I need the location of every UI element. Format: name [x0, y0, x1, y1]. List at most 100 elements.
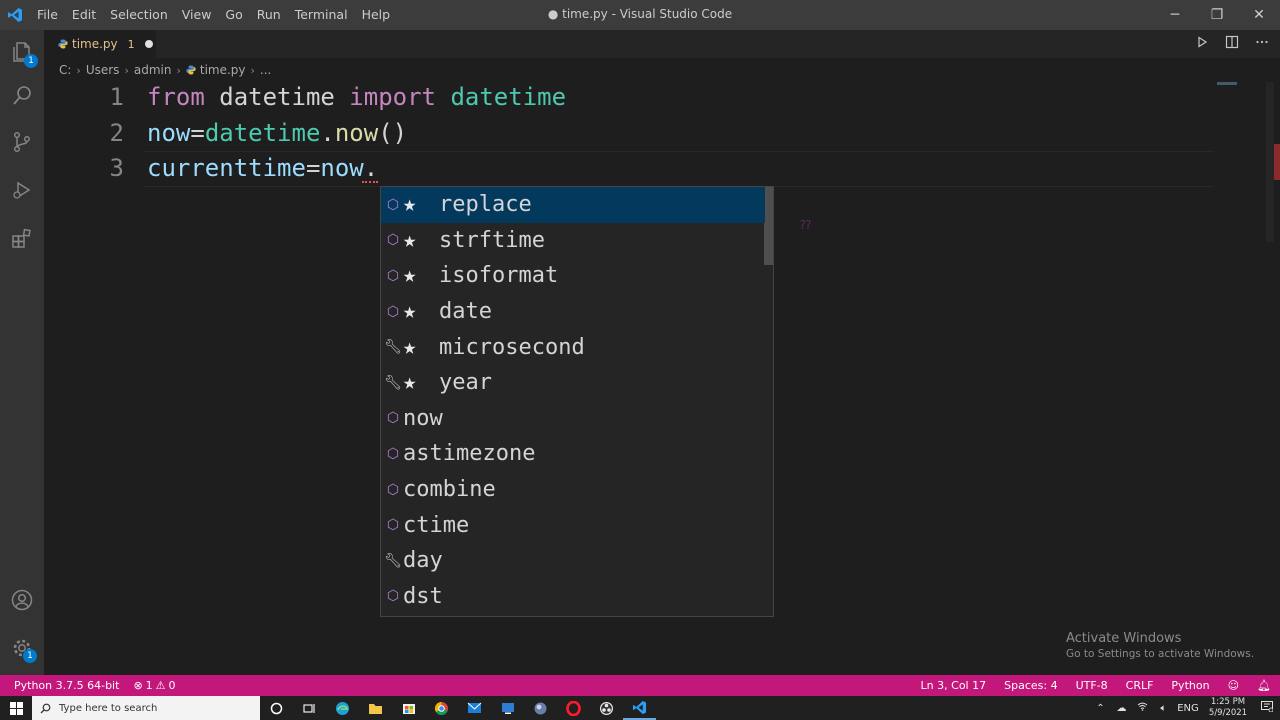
suggestion-item[interactable]: ⬡ ★ isoformat	[381, 258, 765, 294]
cloud-icon[interactable]: ☁	[1111, 703, 1132, 714]
feedback-icon[interactable]: ☺	[1219, 675, 1248, 696]
python-interpreter[interactable]: Python 3.7.5 64-bit	[14, 679, 119, 692]
minimap[interactable]	[1217, 82, 1237, 85]
extensions-icon[interactable]	[0, 216, 44, 260]
suggest-widget: ⬡ ★ replace ⬡ ★ strftime ⬡ ★ isoformat ⬡ ★ date 🔧︎ ★ m…	[380, 186, 774, 617]
opera-icon[interactable]	[557, 696, 590, 720]
indentation[interactable]: Spaces: 4	[995, 675, 1066, 696]
end-of-line[interactable]: CRLF	[1117, 675, 1163, 696]
taskbar-search-placeholder: Type here to search	[59, 702, 158, 714]
code-line[interactable]: 3 currenttime=now.	[44, 150, 1214, 186]
search-icon[interactable]	[0, 74, 44, 118]
method-cube-icon: ⬡	[386, 445, 400, 462]
explorer-icon[interactable]: 1	[0, 30, 44, 74]
cortana-icon[interactable]	[260, 696, 293, 720]
breadcrumb-file[interactable]: time.py	[200, 63, 246, 77]
method-cube-icon: ⬡	[386, 196, 400, 213]
close-button[interactable]: ✕	[1238, 0, 1280, 30]
task-view-icon[interactable]	[293, 696, 326, 720]
field-wrench-icon: 🔧︎	[384, 339, 402, 356]
warning-count: 0	[168, 679, 176, 692]
wifi-icon[interactable]	[1132, 702, 1153, 714]
language-mode[interactable]: Python	[1162, 675, 1218, 696]
menu-item-file[interactable]: File	[30, 0, 65, 30]
run-debug-icon[interactable]	[0, 168, 44, 212]
run-file-icon[interactable]	[1194, 36, 1210, 52]
menu-item-terminal[interactable]: Terminal	[288, 0, 355, 30]
suggestion-label: isoformat	[439, 263, 559, 289]
volume-icon[interactable]: 🔈︎	[1153, 703, 1174, 714]
unsaved-dot-icon[interactable]	[144, 40, 153, 48]
tray-chevron-up-icon[interactable]: ⌃	[1090, 703, 1111, 714]
breadcrumb-drive[interactable]: C:	[59, 63, 71, 77]
restore-button[interactable]: ❐	[1196, 0, 1238, 30]
suggestion-label: year	[439, 370, 492, 396]
error-icon: ⊗	[133, 679, 143, 692]
intellicode-star-icon: ★	[403, 370, 417, 396]
intellicode-star-icon: ★	[403, 299, 417, 325]
menu-item-go[interactable]: Go	[218, 0, 249, 30]
suggestion-item[interactable]: ⬡ astimezone	[381, 436, 765, 472]
file-explorer-icon[interactable]	[359, 696, 392, 720]
menu-item-edit[interactable]: Edit	[65, 0, 103, 30]
clock[interactable]: 1:25 PM 5/9/2021	[1202, 697, 1254, 719]
cursor-position[interactable]: Ln 3, Col 17	[912, 675, 996, 696]
input-language[interactable]: ENG	[1174, 703, 1202, 714]
windows-start-icon[interactable]	[0, 696, 32, 720]
store-icon[interactable]	[392, 696, 425, 720]
chevron-right-icon: ›	[250, 63, 255, 77]
action-center-icon[interactable]	[1254, 701, 1280, 715]
field-wrench-icon: 🔧︎	[384, 374, 402, 391]
explorer-badge: 1	[24, 54, 38, 68]
code-token: now	[147, 118, 191, 147]
tab-problem-count: 1	[127, 37, 135, 51]
menu-item-view[interactable]: View	[175, 0, 219, 30]
breadcrumb-symbols[interactable]: ...	[260, 63, 271, 77]
notifications-bell-icon[interactable]: 🔔︎	[1248, 675, 1280, 696]
breadcrumb-users[interactable]: Users	[86, 63, 120, 77]
vscode-taskbar-icon[interactable]	[623, 696, 656, 720]
taskbar-search-box[interactable]: Type here to search	[32, 696, 260, 720]
account-icon[interactable]	[0, 578, 44, 622]
app-sphere-icon[interactable]	[524, 696, 557, 720]
encoding[interactable]: UTF-8	[1067, 675, 1117, 696]
suggestion-item[interactable]: ⬡ ★ replace	[381, 187, 765, 223]
chrome-icon[interactable]	[425, 696, 458, 720]
suggestion-item[interactable]: ⬡ dst	[381, 579, 765, 615]
suggest-scrollbar[interactable]	[764, 187, 773, 265]
minimize-button[interactable]: ─	[1154, 0, 1196, 30]
more-actions-icon[interactable]	[1254, 35, 1270, 53]
code-line[interactable]: 2 now=datetime.now()	[44, 115, 1214, 151]
split-editor-icon[interactable]	[1224, 35, 1240, 53]
suggestion-item[interactable]: ⬡ ★ date	[381, 294, 765, 330]
suggestion-item[interactable]: ⬡ ★ strftime	[381, 223, 765, 259]
suggestion-item[interactable]: ⬡ ctime	[381, 507, 765, 543]
obs-icon[interactable]	[590, 696, 623, 720]
breadcrumb-admin[interactable]: admin	[134, 63, 172, 77]
menu-item-help[interactable]: Help	[355, 0, 398, 30]
remote-desktop-icon[interactable]	[491, 696, 524, 720]
vscode-logo-icon[interactable]	[0, 0, 30, 30]
menu-item-run[interactable]: Run	[250, 0, 288, 30]
tab-time-py[interactable]: time.py 1	[44, 30, 156, 58]
edge-browser-icon[interactable]	[326, 696, 359, 720]
manage-gear-icon[interactable]: 1	[0, 626, 44, 670]
parameter-hint-icon: ⁇	[800, 218, 812, 232]
title-bar: File Edit Selection View Go Run Terminal Help ●…	[0, 0, 1280, 30]
suggestion-item[interactable]: ⬡ now	[381, 401, 765, 437]
minimap-viewport[interactable]	[1266, 82, 1274, 242]
menu-item-selection[interactable]: Selection	[103, 0, 175, 30]
suggestion-item[interactable]: 🔧︎ day	[381, 543, 765, 579]
code-line[interactable]: 1 from datetime import datetime	[44, 79, 1214, 115]
line-number: 3	[109, 154, 124, 182]
code-token: datetime	[450, 83, 567, 111]
suggestion-item[interactable]: 🔧︎ ★ year	[381, 365, 765, 401]
suggestion-item[interactable]: 🔧︎ ★ microsecond	[381, 329, 765, 365]
problems-indicator[interactable]: ⊗ 1 ⚠ 0	[133, 679, 175, 692]
code-token: now	[334, 118, 379, 147]
code-token: .	[363, 154, 379, 182]
mail-icon[interactable]	[458, 696, 491, 720]
suggestion-item[interactable]: ⬡ combine	[381, 472, 765, 508]
source-control-icon[interactable]	[0, 120, 44, 164]
